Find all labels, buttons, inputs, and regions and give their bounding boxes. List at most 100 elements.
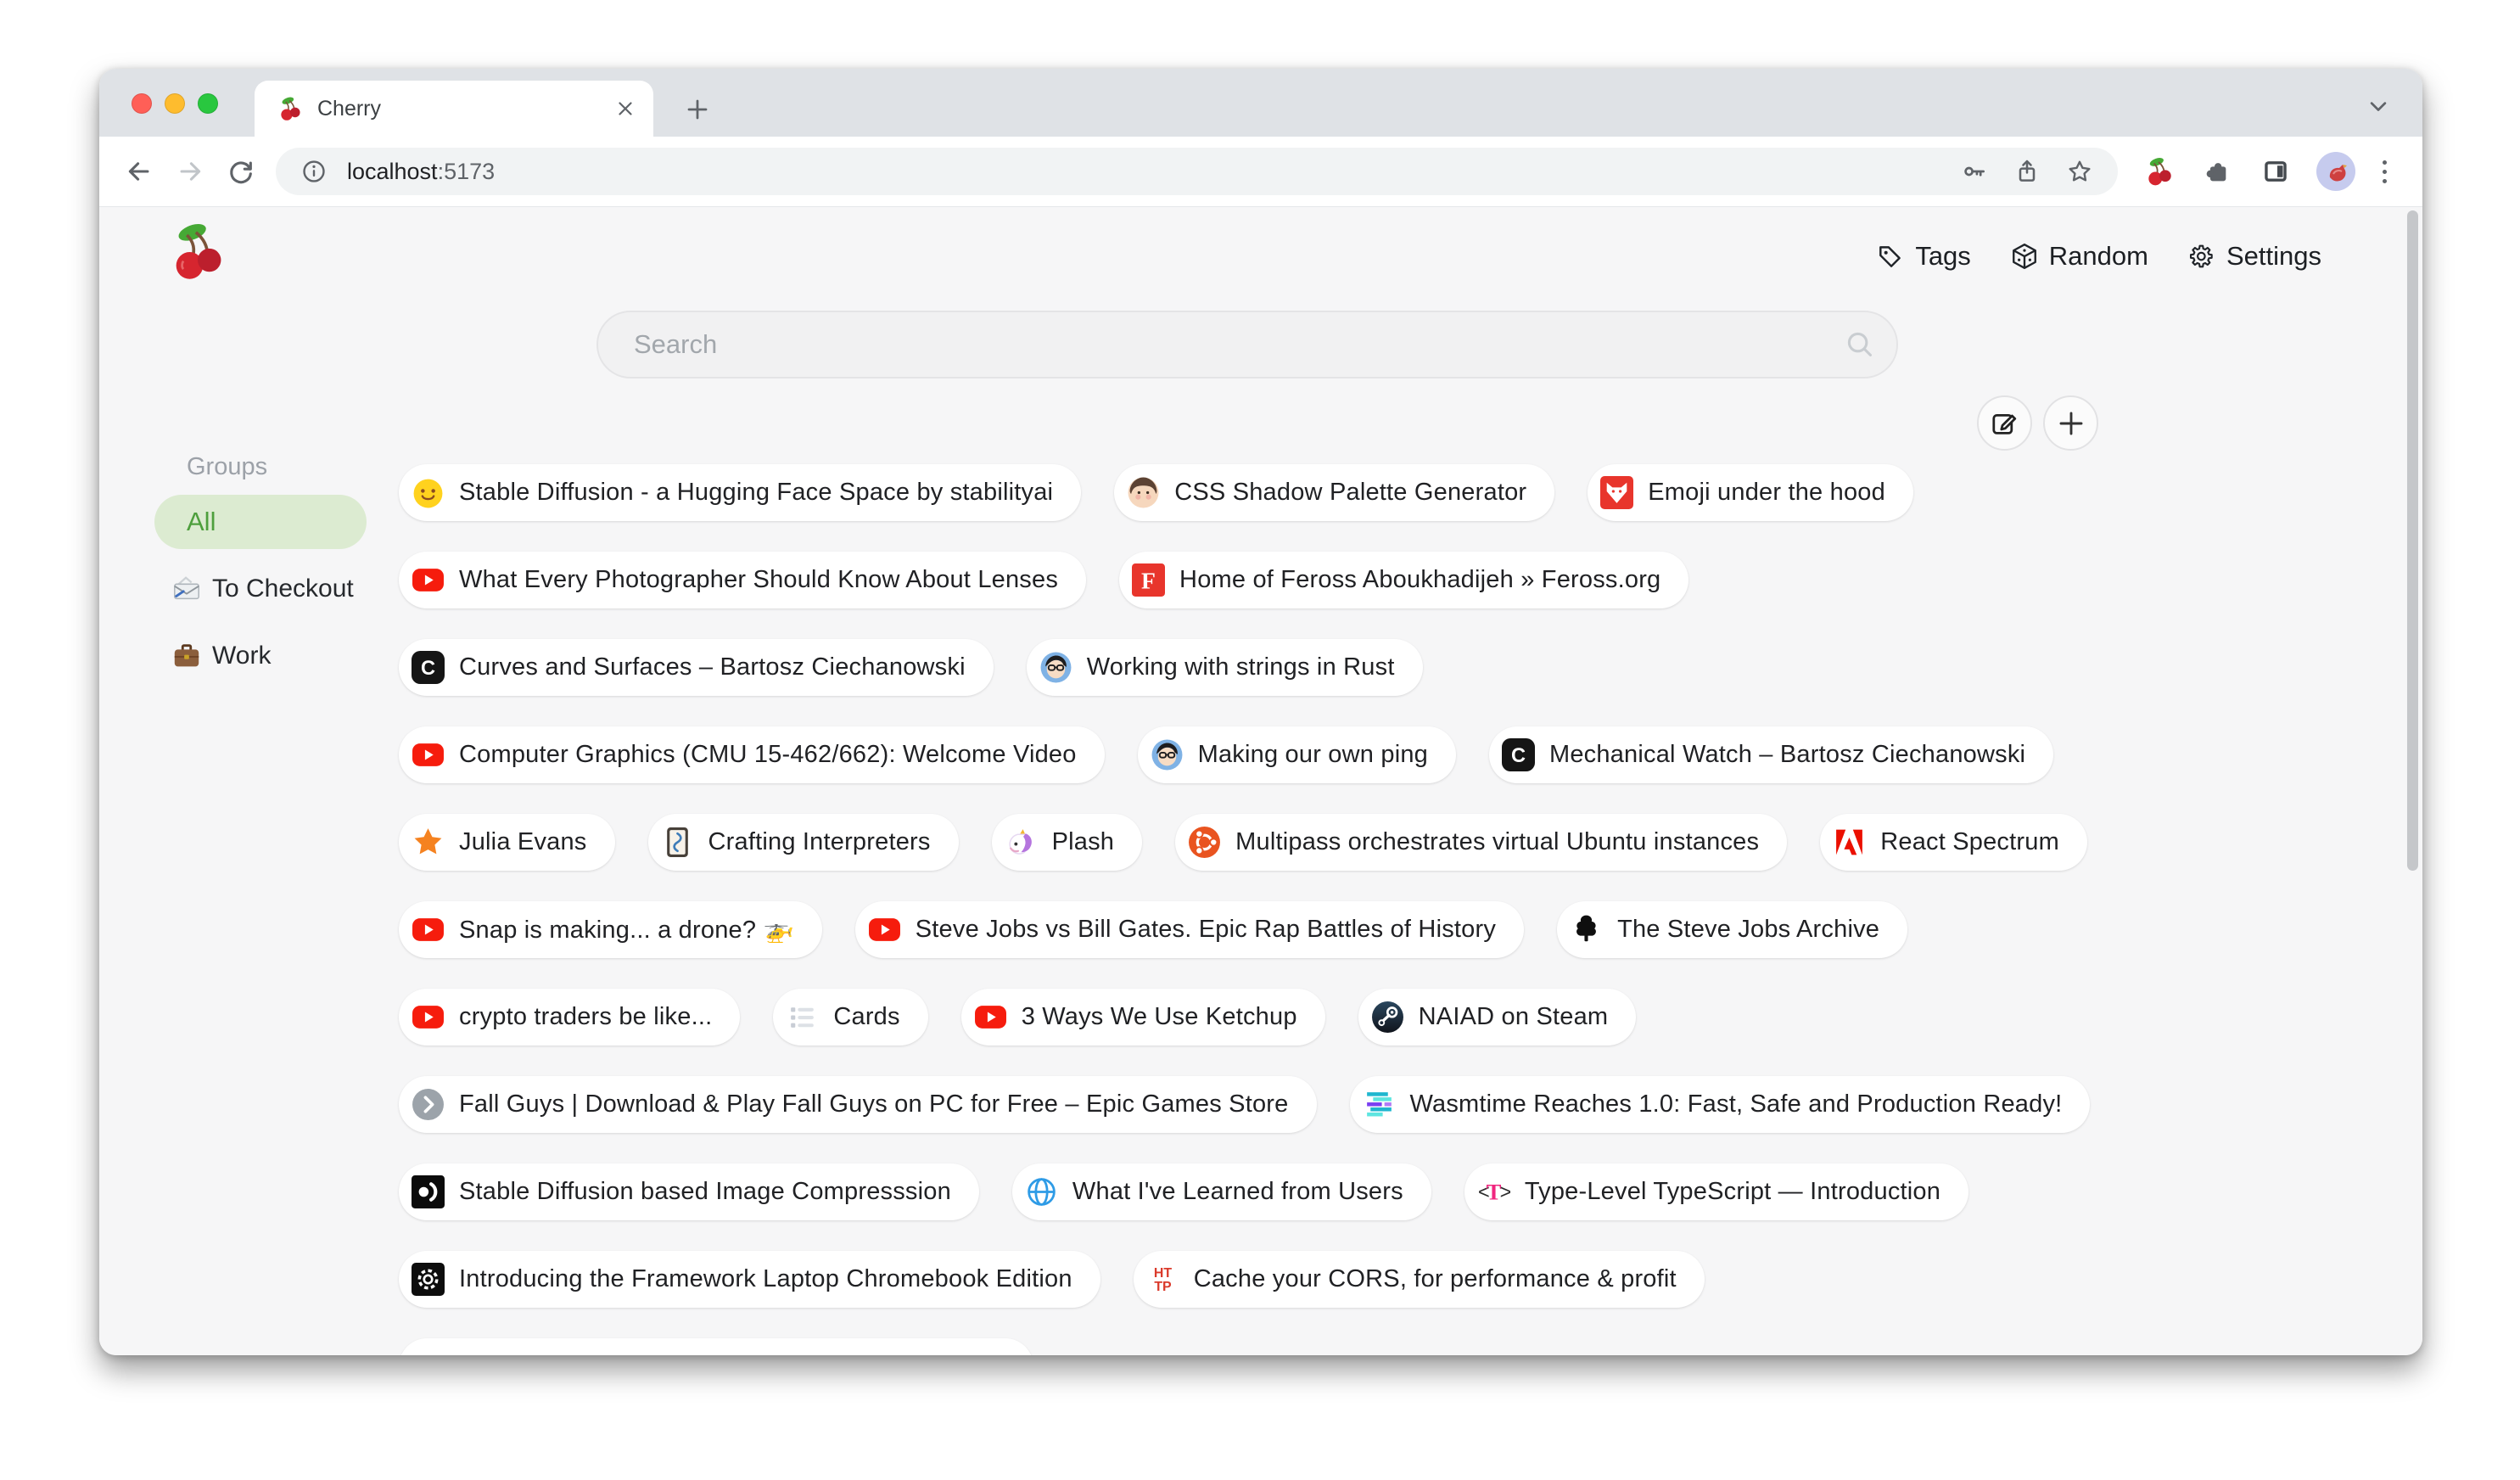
close-window-button[interactable] bbox=[132, 93, 152, 114]
bookmark-pill[interactable]: React Spectrum bbox=[1820, 814, 2087, 871]
site-info-icon[interactable] bbox=[294, 152, 333, 191]
bookmark-pill[interactable]: The Steve Jobs Archive bbox=[1557, 901, 1907, 958]
zoom-window-button[interactable] bbox=[198, 93, 218, 114]
minimize-window-button[interactable] bbox=[165, 93, 185, 114]
bookmark-star-icon[interactable] bbox=[2060, 152, 2099, 191]
cherry-logo bbox=[165, 219, 230, 283]
bookmark-title: 3 Ways We Use Ketchup bbox=[1022, 1003, 1297, 1031]
profile-avatar[interactable] bbox=[2316, 152, 2355, 191]
back-button[interactable] bbox=[116, 149, 162, 194]
bookmark-pill[interactable]: Cards bbox=[773, 989, 927, 1046]
page-scrollbar[interactable] bbox=[2407, 210, 2418, 871]
extension-area bbox=[2130, 152, 2405, 191]
url-text: localhost:5173 bbox=[347, 159, 495, 185]
bookmark-row: Introducing the Framework Laptop Chromeb… bbox=[399, 1251, 2388, 1308]
bookmark-pill[interactable]: <T>Type-Level TypeScript — Introduction bbox=[1464, 1163, 1968, 1220]
avatar-amos-favicon bbox=[1151, 738, 1184, 771]
bookmark-title: Snap is making... a drone? 🚁 bbox=[459, 916, 794, 945]
bookmark-pill[interactable]: What I've Learned from Users bbox=[1012, 1163, 1431, 1220]
edit-bookmarks-button[interactable] bbox=[1977, 395, 2032, 451]
gear-icon bbox=[2187, 242, 2216, 271]
youtube-favicon bbox=[412, 913, 445, 946]
bookmark-title: Working with strings in Rust bbox=[1087, 653, 1395, 681]
svg-text:HT: HT bbox=[1154, 1266, 1172, 1281]
bookmark-title: Computer Graphics (CMU 15-462/662): Welc… bbox=[459, 741, 1077, 769]
group-all[interactable]: All bbox=[154, 495, 367, 549]
framework-favicon bbox=[412, 1263, 445, 1296]
youtube-favicon bbox=[412, 738, 445, 771]
bookmark-pill[interactable]: Stable Diffusion - a Hugging Face Space … bbox=[399, 464, 1081, 521]
bookmark-pill[interactable]: Crafting Interpreters bbox=[648, 814, 959, 871]
bookmark-pill[interactable]: Multipass orchestrates virtual Ubuntu in… bbox=[1175, 814, 1787, 871]
group-to-checkout[interactable]: To Checkout bbox=[154, 562, 367, 616]
bookmark-pill[interactable]: CSS Shadow Palette Generator bbox=[1114, 464, 1554, 521]
bookmark-pill[interactable]: crypto traders be like... bbox=[399, 989, 740, 1046]
group-label: All bbox=[187, 507, 216, 537]
cherry-extension-icon[interactable] bbox=[2143, 155, 2176, 188]
nav-settings[interactable]: Settings bbox=[2187, 241, 2321, 272]
bookmark-row: What Every Photographer Should Know Abou… bbox=[399, 552, 2388, 608]
nav-random[interactable]: Random bbox=[2010, 241, 2148, 272]
bookmark-pill[interactable]: Computer Graphics (CMU 15-462/662): Welc… bbox=[399, 726, 1105, 783]
avatar-josh-favicon bbox=[1127, 476, 1160, 509]
adobe-favicon bbox=[1833, 826, 1866, 859]
search-input[interactable] bbox=[632, 328, 1844, 361]
bookmark-pill[interactable]: Introducing the Framework Laptop Chromeb… bbox=[399, 1251, 1100, 1308]
browser-window: Cherry localhost:5173 bbox=[99, 69, 2422, 1355]
share-icon[interactable] bbox=[2008, 152, 2047, 191]
bookmark-pill[interactable]: CCurves and Surfaces – Bartosz Ciechanow… bbox=[399, 639, 994, 696]
wasmtime-favicon bbox=[1363, 1088, 1396, 1121]
bookmark-pill[interactable]: CMechanical Watch – Bartosz Ciechanowski bbox=[1489, 726, 2053, 783]
bookmark-pill[interactable]: Plash bbox=[992, 814, 1143, 871]
browser-tab[interactable]: Cherry bbox=[255, 81, 653, 137]
bookmark-pill[interactable]: Steve Jobs vs Bill Gates. Epic Rap Battl… bbox=[855, 901, 1524, 958]
bookmark-pill[interactable]: 3 Ways We Use Ketchup bbox=[961, 989, 1325, 1046]
bookmark-pill[interactable]: FHome of Feross Aboukhadijeh » Feross.or… bbox=[1119, 552, 1688, 608]
password-key-icon[interactable] bbox=[1955, 152, 1994, 191]
address-bar[interactable]: localhost:5173 bbox=[276, 148, 2118, 195]
bookmark-title: CSS Shadow Palette Generator bbox=[1174, 479, 1526, 507]
youtube-favicon bbox=[412, 1001, 445, 1034]
groups-sidebar: Groups AllTo CheckoutWork bbox=[154, 453, 367, 696]
bookmark-pill[interactable]: Emoji under the hood bbox=[1588, 464, 1913, 521]
search-bar[interactable] bbox=[596, 311, 1898, 378]
extensions-puzzle-icon[interactable] bbox=[2198, 153, 2235, 190]
bookmark-pill[interactable]: HTTPCache your CORS, for performance & p… bbox=[1134, 1251, 1705, 1308]
bookmark-title: Fall Guys | Download & Play Fall Guys on… bbox=[459, 1090, 1289, 1118]
side-panel-icon[interactable] bbox=[2257, 153, 2294, 190]
bookmark-pill[interactable]: Working with strings in Rust bbox=[1027, 639, 1423, 696]
svg-text:>: > bbox=[1500, 1182, 1510, 1204]
bookmark-title: crypto traders be like... bbox=[459, 1003, 712, 1031]
bookmark-pill[interactable]: Stable Diffusion based Image Compresssio… bbox=[399, 1163, 979, 1220]
bookmark-pill[interactable]: Snap is making... a drone? 🚁 bbox=[399, 901, 822, 958]
cards-favicon bbox=[786, 1001, 819, 1034]
bookmark-pill[interactable]: Fall Guys | Download & Play Fall Guys on… bbox=[399, 1076, 1317, 1133]
add-bookmark-button[interactable] bbox=[2043, 395, 2098, 451]
bookmark-title: The Steve Jobs Archive bbox=[1617, 916, 1879, 944]
bookmark-pill[interactable]: What Every Photographer Should Know Abou… bbox=[399, 552, 1086, 608]
bookmark-pill[interactable]: Julia Evans bbox=[399, 814, 615, 871]
bookmark-pill[interactable]: NAIAD on Steam bbox=[1358, 989, 1637, 1046]
youtube-favicon bbox=[974, 1001, 1007, 1034]
dice-icon bbox=[2010, 242, 2039, 271]
url-port: :5173 bbox=[438, 159, 496, 184]
tag-icon bbox=[1876, 242, 1905, 271]
browser-menu-icon[interactable] bbox=[2377, 155, 2392, 188]
new-tab-button[interactable] bbox=[675, 87, 720, 132]
tab-list-chevron-icon[interactable] bbox=[2363, 91, 2394, 121]
bookmark-title: Plash bbox=[1052, 828, 1115, 856]
bookmark-row: crypto traders be like... Cards 3 Ways We … bbox=[399, 989, 2388, 1046]
bookmark-row: Snap is making... a drone? 🚁 Steve Jobs v… bbox=[399, 901, 2388, 958]
nav-tags[interactable]: Tags bbox=[1876, 241, 1970, 272]
bookmark-pill[interactable]: Wasmtime Reaches 1.0: Fast, Safe and Pro… bbox=[1350, 1076, 2091, 1133]
nav-label: Settings bbox=[2226, 241, 2321, 272]
bookmark-pill-partial[interactable] bbox=[399, 1338, 1033, 1355]
page-nav: Tags Random Settings bbox=[1876, 241, 2321, 272]
reload-button[interactable] bbox=[218, 149, 264, 194]
forward-button[interactable] bbox=[167, 149, 213, 194]
bookmark-title: Stable Diffusion - a Hugging Face Space … bbox=[459, 479, 1053, 507]
star-favicon bbox=[412, 826, 445, 859]
group-work[interactable]: Work bbox=[154, 629, 367, 683]
tab-close-icon[interactable] bbox=[609, 92, 641, 125]
bookmark-pill[interactable]: Making our own ping bbox=[1138, 726, 1456, 783]
